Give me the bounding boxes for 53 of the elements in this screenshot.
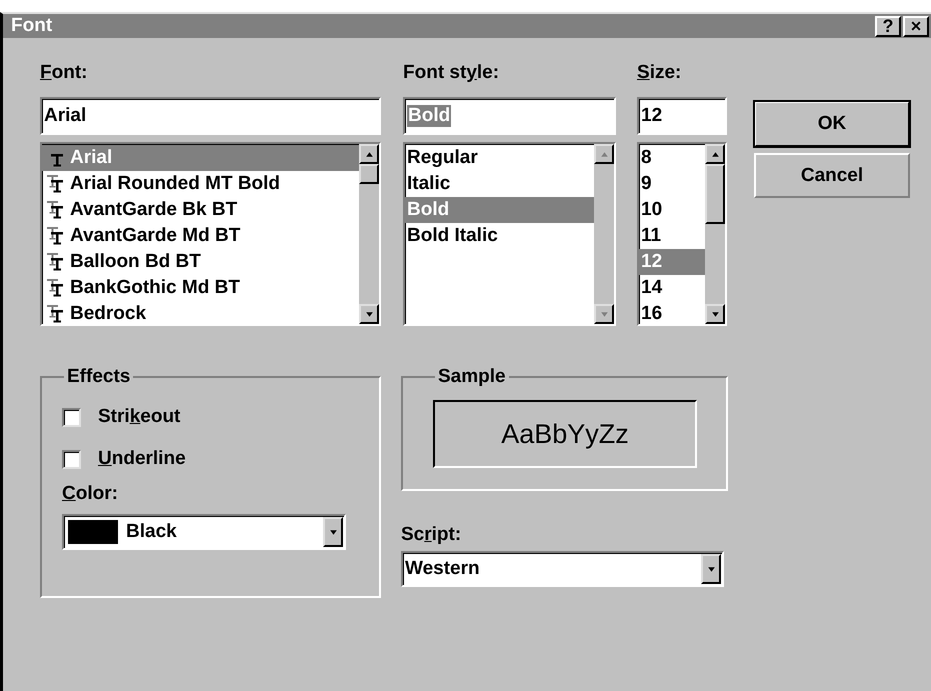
font-list-item[interactable]: Balloon Bd BT — [42, 249, 359, 275]
font-label: Font: — [40, 61, 88, 85]
size-list-item[interactable]: 16 — [639, 301, 705, 327]
font-style-item[interactable]: Bold — [405, 197, 594, 223]
scroll-thumb[interactable] — [705, 164, 725, 224]
font-list-item[interactable]: Arial — [42, 145, 359, 171]
font-style-field[interactable]: Bold — [403, 97, 616, 135]
font-list[interactable]: Arial Arial Rounded MT Bold AvantGarde Bk BT AvantGarde Md BT Balloon Bd BT BankGothic Md BT Bedrock — [40, 142, 381, 326]
truetype-icon — [46, 278, 66, 298]
font-style-label: Font style: — [403, 61, 500, 85]
script-dropdown[interactable]: Western — [401, 551, 724, 587]
size-list-item[interactable]: 8 — [639, 145, 705, 171]
sample-title: Sample — [437, 366, 507, 388]
truetype-icon — [46, 252, 66, 272]
truetype-icon — [46, 174, 66, 194]
size-field[interactable]: 12 — [637, 97, 727, 135]
size-list[interactable]: 8 9 10 11 12 14 16 — [637, 142, 727, 326]
help-button[interactable]: ? — [875, 16, 901, 36]
sample-preview: AaBbYyZz — [433, 400, 697, 468]
size-list-item[interactable]: 14 — [639, 275, 705, 301]
font-list-item[interactable]: Bedrock — [42, 301, 359, 327]
checkbox-label[interactable]: Underline — [98, 447, 186, 471]
font-style-list[interactable]: Regular Italic Bold Bold Italic — [403, 142, 616, 326]
cancel-button[interactable]: Cancel — [754, 153, 910, 198]
color-label: Color: — [62, 482, 119, 506]
ok-button[interactable]: OK — [754, 101, 910, 147]
size-list-item[interactable]: 12 — [639, 249, 705, 275]
checkbox-label[interactable]: Strikeout — [98, 405, 180, 429]
font-list-item[interactable]: Arial Rounded MT Bold — [42, 171, 359, 197]
size-label: Size: — [637, 61, 682, 85]
close-button[interactable]: × — [903, 16, 929, 36]
size-list-item[interactable]: 11 — [639, 223, 705, 249]
truetype-icon — [46, 226, 66, 246]
size-list-item[interactable]: 10 — [639, 197, 705, 223]
font-list-item[interactable]: AvantGarde Bk BT — [42, 197, 359, 223]
script-label: Script: — [401, 523, 462, 547]
scrollbar[interactable] — [705, 144, 725, 324]
font-style-item[interactable]: Bold Italic — [405, 223, 594, 249]
truetype-icon — [46, 200, 66, 220]
size-list-item[interactable]: 9 — [639, 171, 705, 197]
font-list-item[interactable]: BankGothic Md BT — [42, 275, 359, 301]
scrollbar[interactable] — [359, 144, 379, 324]
checkbox[interactable] — [62, 408, 81, 426]
effects-title: Effects — [66, 366, 132, 388]
font-style-item[interactable]: Regular — [405, 145, 594, 171]
font-list-item[interactable]: AvantGarde Md BT — [42, 223, 359, 249]
checkbox[interactable] — [62, 450, 81, 468]
scroll-thumb[interactable] — [359, 164, 379, 184]
color-dropdown[interactable]: Black — [62, 514, 346, 550]
truetype-icon — [46, 304, 66, 324]
window-title: Font — [11, 15, 52, 37]
font-style-item[interactable]: Italic — [405, 171, 594, 197]
font-name-field[interactable]: Arial — [40, 97, 381, 135]
